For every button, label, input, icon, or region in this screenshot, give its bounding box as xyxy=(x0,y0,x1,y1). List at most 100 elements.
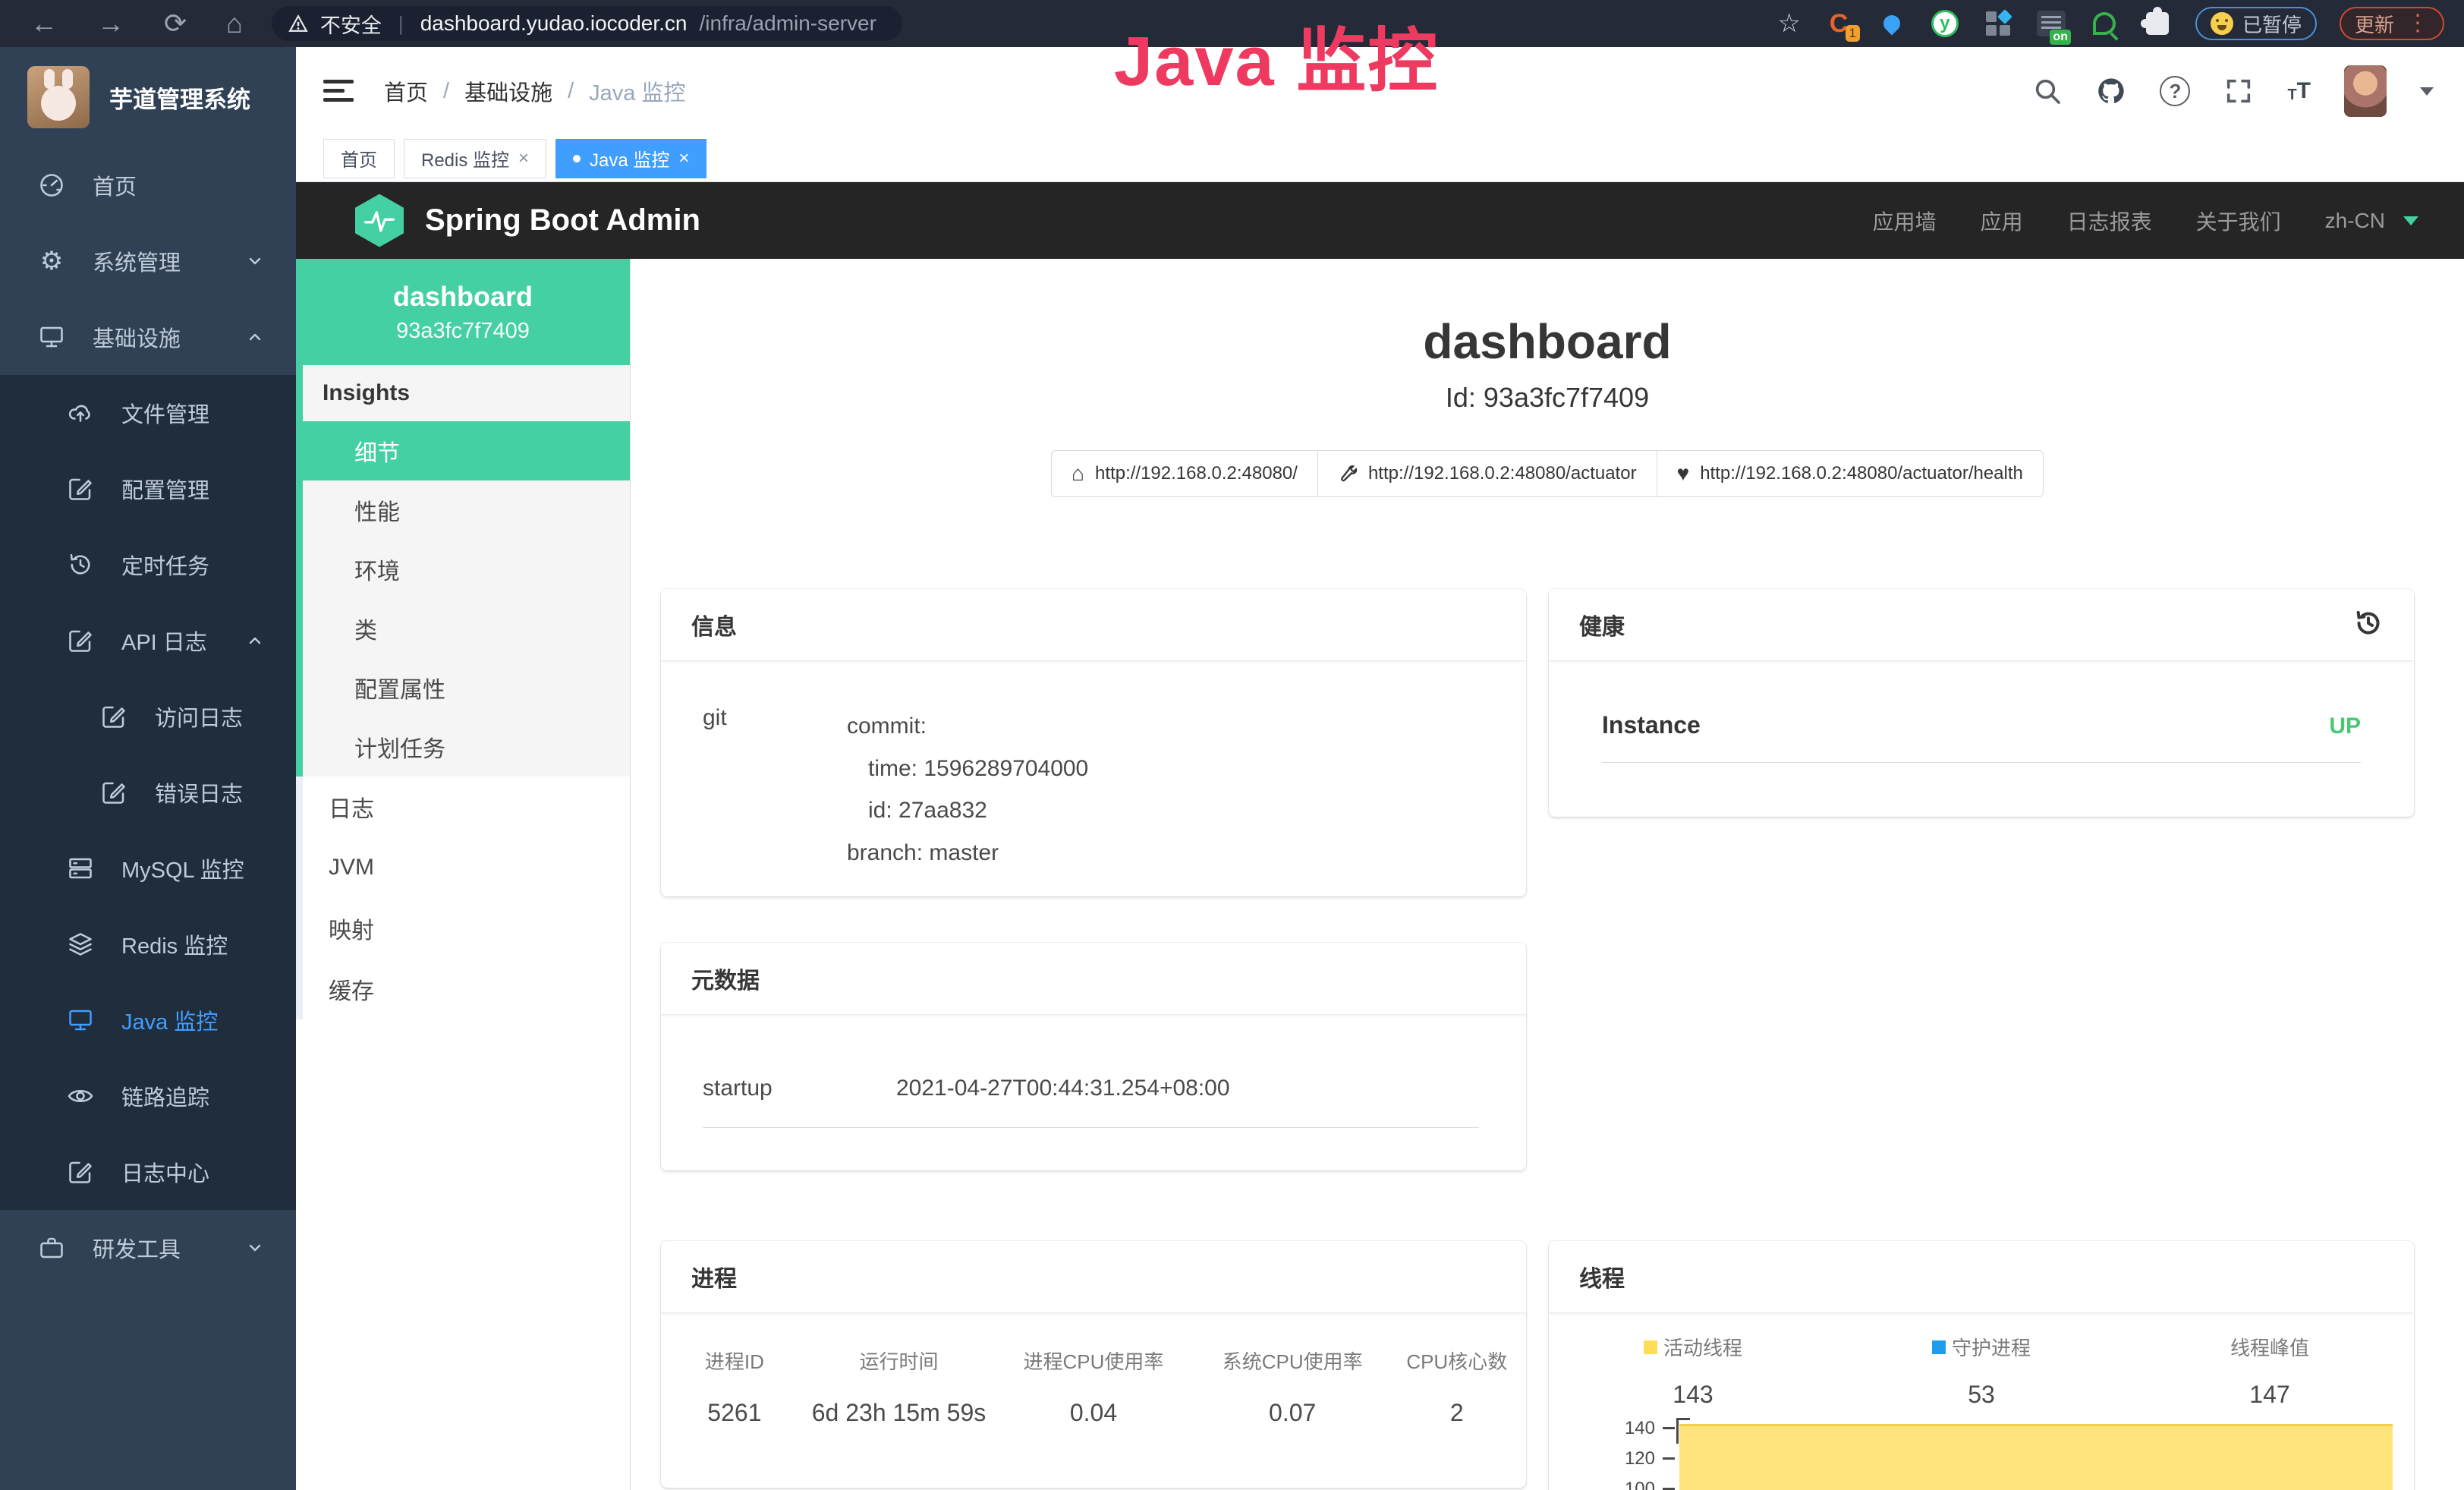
sidebar-item-log-center[interactable]: 日志中心 xyxy=(0,1134,296,1210)
info-card-title: 信息 xyxy=(691,608,737,641)
live-threads-area xyxy=(1679,1424,2393,1490)
infrastructure-submenu: 文件管理 配置管理 定时任务 xyxy=(0,375,296,1210)
sba-nav-wallboard[interactable]: 应用墙 xyxy=(1873,206,1937,236)
instance-header[interactable]: dashboard 93a3fc7f7409 xyxy=(296,259,630,365)
metadata-card-title: 元数据 xyxy=(691,962,760,995)
sidebar-item-system-management[interactable]: ⚙ 系统管理 xyxy=(0,223,296,299)
process-col-system-cpu: 系统CPU使用率 0.07 xyxy=(1197,1347,1388,1427)
eye-icon xyxy=(67,1082,94,1110)
address-bar[interactable]: 不安全 | dashboard.yudao.iocoder.cn/infra/a… xyxy=(272,6,902,41)
sidebar-item-infrastructure[interactable]: 基础设施 xyxy=(0,299,296,375)
profile-emoji-icon xyxy=(2211,12,2233,35)
home-icon[interactable]: ⌂ xyxy=(226,10,243,37)
sidebar-item-home[interactable]: 首页 xyxy=(0,147,296,223)
switch-on-extension-icon[interactable]: on xyxy=(2036,8,2066,39)
help-icon[interactable]: ? xyxy=(2160,76,2190,106)
app-sidebar: 芋道管理系统 首页 ⚙ 系统管理 基础设施 xyxy=(0,47,296,1490)
legend-peak-threads: 线程峰值 147 xyxy=(2126,1333,2414,1409)
bookmark-star-icon[interactable]: ☆ xyxy=(1777,8,1800,39)
process-table: 进程ID 5261 运行时间 6d 23h 15m 59s 进程CPU使用率 0… xyxy=(661,1313,1526,1427)
instance-nav-details[interactable]: 细节 xyxy=(303,421,630,480)
sidebar-item-label: Java 监控 xyxy=(121,1004,218,1036)
sba-brand-title[interactable]: Spring Boot Admin xyxy=(425,203,700,238)
info-value: commit: time: 1596289704000 id: 27aa832 … xyxy=(847,705,1088,874)
sba-nav-applications[interactable]: 应用 xyxy=(1981,206,2023,236)
instance-nav-classes[interactable]: 类 xyxy=(303,599,630,658)
sba-nav-about[interactable]: 关于我们 xyxy=(2196,206,2281,236)
sba-nav-journal[interactable]: 日志报表 xyxy=(2067,206,2152,236)
sidebar-item-mysql-monitor[interactable]: MySQL 监控 xyxy=(0,830,296,906)
sidebar-item-tracing[interactable]: 链路追踪 xyxy=(0,1058,296,1134)
search-icon[interactable] xyxy=(2032,76,2063,106)
user-avatar[interactable] xyxy=(2344,65,2387,117)
update-browser-pill[interactable]: 更新 ⋮ xyxy=(2340,7,2444,40)
breadcrumb-separator: / xyxy=(443,79,449,104)
grid-extension-icon[interactable] xyxy=(1983,8,2013,39)
tab-label: 首页 xyxy=(341,145,377,172)
health-card-title: 健康 xyxy=(1579,608,1625,641)
process-card-header: 进程 xyxy=(661,1241,1526,1313)
breadcrumb-home[interactable]: 首页 xyxy=(384,75,428,107)
user-menu-caret-icon[interactable] xyxy=(2420,87,2434,96)
health-card-body: Instance UP xyxy=(1549,661,2414,763)
monitor-icon xyxy=(67,1006,94,1034)
instance-nav-logs[interactable]: 日志 xyxy=(296,777,630,837)
sidebar-item-config-management[interactable]: 配置管理 xyxy=(0,451,296,527)
wrench-icon xyxy=(1338,464,1358,484)
sidebar-item-label: 研发工具 xyxy=(93,1232,181,1264)
info-card: 信息 git commit: time: 1596289704000 id: 2… xyxy=(661,589,1526,896)
health-url-button[interactable]: ♥ http://192.168.0.2:48080/actuator/heal… xyxy=(1657,450,2044,497)
green-magnifier-extension-icon[interactable] xyxy=(2089,8,2119,39)
pin-extension-icon[interactable] xyxy=(1877,8,1907,39)
font-size-icon[interactable]: TT xyxy=(2287,80,2311,102)
back-icon[interactable]: ← xyxy=(30,10,58,37)
instance-name: dashboard xyxy=(393,281,533,313)
instance-nav-jvm[interactable]: JVM xyxy=(296,837,630,898)
history-icon[interactable] xyxy=(2353,608,2384,638)
sidebar-item-access-logs[interactable]: 访问日志 xyxy=(0,679,296,754)
extensions-puzzle-icon[interactable] xyxy=(2142,8,2173,39)
health-row[interactable]: Instance UP xyxy=(1602,711,2361,763)
instance-nav-mappings[interactable]: 映射 xyxy=(296,898,630,959)
close-icon[interactable]: × xyxy=(678,148,689,169)
tab-redis-monitor[interactable]: Redis 监控 × xyxy=(404,139,546,178)
colorzilla-extension-icon[interactable]: C 1 xyxy=(1824,8,1854,39)
service-url-button[interactable]: ⌂ http://192.168.0.2:48080/ xyxy=(1051,450,1318,497)
sidebar-item-java-monitor[interactable]: Java 监控 xyxy=(0,982,296,1058)
sidebar-item-dev-tools[interactable]: 研发工具 xyxy=(0,1210,296,1286)
actuator-url-button[interactable]: http://192.168.0.2:48080/actuator xyxy=(1317,450,1657,497)
browser-menu-dots-icon[interactable]: ⋮ xyxy=(2406,12,2429,35)
forward-icon[interactable]: → xyxy=(97,10,124,37)
actuator-url: http://192.168.0.2:48080/actuator xyxy=(1368,463,1637,484)
breadcrumb-infrastructure[interactable]: 基础设施 xyxy=(464,75,552,107)
sba-logo-icon[interactable] xyxy=(355,194,404,247)
legend-value: 53 xyxy=(1837,1381,2126,1409)
tab-java-monitor[interactable]: Java 监控 × xyxy=(555,139,706,178)
paused-profile-pill[interactable]: 已暂停 xyxy=(2195,7,2317,40)
instance-nav-metrics[interactable]: 性能 xyxy=(303,480,630,540)
language-caret-icon[interactable] xyxy=(2403,216,2418,225)
sidebar-item-api-logs[interactable]: API 日志 xyxy=(0,603,296,679)
instance-nav-config-props[interactable]: 配置属性 xyxy=(303,658,630,717)
instance-sidebar: dashboard 93a3fc7f7409 Insights 细节 性能 环境… xyxy=(296,259,631,1490)
briefcase-icon xyxy=(38,1234,65,1262)
sidebar-item-error-logs[interactable]: 错误日志 xyxy=(0,754,296,830)
sidebar-item-file-management[interactable]: 文件管理 xyxy=(0,375,296,451)
sidebar-item-redis-monitor[interactable]: Redis 监控 xyxy=(0,906,296,982)
server-icon xyxy=(67,855,94,882)
tab-home[interactable]: 首页 xyxy=(323,139,395,178)
instance-nav-caches[interactable]: 缓存 xyxy=(296,959,630,1019)
github-icon[interactable] xyxy=(2096,76,2126,106)
fullscreen-icon[interactable] xyxy=(2223,76,2254,106)
instance-nav-scheduled-tasks[interactable]: 计划任务 xyxy=(303,717,630,777)
reload-icon[interactable]: ⟳ xyxy=(164,10,187,37)
y-extension-icon[interactable]: y xyxy=(1930,8,1960,39)
close-icon[interactable]: × xyxy=(518,148,529,169)
sidebar-collapse-icon[interactable] xyxy=(323,79,354,103)
annotation-java-monitor: Java 监控 xyxy=(1114,5,1439,106)
instance-nav-environment[interactable]: 环境 xyxy=(303,540,630,599)
url-path: /infra/admin-server xyxy=(700,11,876,36)
sidebar-item-scheduled-jobs[interactable]: 定时任务 xyxy=(0,527,296,603)
metadata-card-body: startup 2021-04-27T00:44:31.254+08:00 xyxy=(661,1015,1526,1128)
sba-language-select[interactable]: zh-CN xyxy=(2325,209,2385,233)
